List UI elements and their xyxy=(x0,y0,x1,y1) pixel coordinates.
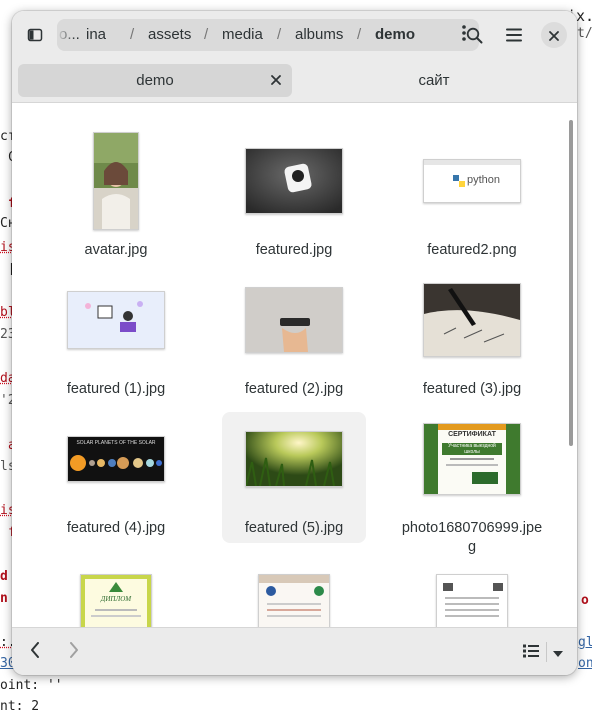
thumbnail-wrapper xyxy=(222,126,366,236)
file-item[interactable]: avatar.jpg xyxy=(44,114,188,264)
search-icon xyxy=(466,27,483,44)
file-item[interactable]: ДИПЛОМ xyxy=(44,562,188,627)
vertical-scrollbar[interactable] xyxy=(569,120,573,446)
thumbnail-wrapper: ДИПЛОМ xyxy=(44,574,188,627)
file-item[interactable]: python featured2.png xyxy=(400,114,544,264)
thumbnail-text: Участника выездной школы xyxy=(442,443,502,455)
thumbnail-image: SOLAR PLANETS OF THE SOLAR xyxy=(67,436,165,482)
tab-close-button[interactable] xyxy=(268,72,284,88)
thumbnail-wrapper: SOLAR PLANETS OF THE SOLAR xyxy=(44,404,188,514)
bg-line: t/p xyxy=(577,26,592,41)
bg-line-footer: oint: '' xyxy=(0,678,63,693)
bg-line: on xyxy=(578,656,592,671)
chevron-right-icon xyxy=(69,642,79,662)
thumbnail-image xyxy=(245,148,343,214)
thumbnail-image xyxy=(67,291,165,349)
thumbnail-text: ДИПЛОМ xyxy=(100,595,132,603)
back-button[interactable] xyxy=(18,635,52,669)
thumbnail-image xyxy=(93,132,139,230)
bg-line: o xyxy=(581,593,589,608)
chevron-down-icon xyxy=(552,643,564,662)
breadcrumb-separator: / xyxy=(204,26,209,43)
tab-demo[interactable]: demo xyxy=(18,64,292,97)
breadcrumb-segment[interactable]: media xyxy=(222,26,263,43)
breadcrumb-segment[interactable]: ina xyxy=(86,26,106,43)
thumbnail-image: СЕРТИФИКАТ Участника выездной школы xyxy=(423,423,521,495)
thumbnail-text: СЕРТИФИКАТ xyxy=(448,431,496,438)
main-menu-button[interactable] xyxy=(497,18,531,52)
breadcrumb-separator: / xyxy=(277,26,282,43)
sidebar-toggle-icon xyxy=(27,27,43,43)
thumbnail-wrapper xyxy=(222,574,366,627)
file-item[interactable]: SOLAR PLANETS OF THE SOLAR featured (4).… xyxy=(44,392,188,542)
thumbnail-image xyxy=(423,283,521,357)
view-options-button[interactable] xyxy=(542,635,574,669)
list-view-icon xyxy=(523,643,539,662)
thumbnail-image xyxy=(436,574,508,627)
thumbnail-wrapper: python xyxy=(400,126,544,236)
file-item[interactable] xyxy=(400,562,544,627)
file-name: featured (2).jpg xyxy=(244,381,344,397)
bg-line: d xyxy=(0,569,8,584)
file-name: featured (4).jpg xyxy=(66,520,166,536)
close-icon xyxy=(271,75,281,85)
breadcrumb-segment[interactable]: albums xyxy=(295,26,343,43)
thumbnail-wrapper xyxy=(400,574,544,627)
file-name: photo1680706999.jpeg xyxy=(401,520,543,555)
tab-label: сайт xyxy=(418,72,450,89)
thumbnail-wrapper xyxy=(222,404,366,514)
thumbnail-image: python xyxy=(423,159,521,203)
bottom-bar xyxy=(12,627,577,675)
file-item[interactable]: featured (5).jpg xyxy=(222,412,366,543)
file-item[interactable]: featured (2).jpg xyxy=(222,253,366,403)
bg-line: gl xyxy=(578,635,592,650)
window-close-button[interactable] xyxy=(541,22,567,48)
thumbnail-image: ДИПЛОМ xyxy=(80,574,152,627)
tab-site[interactable]: сайт xyxy=(297,64,571,97)
thumbnail-text: python xyxy=(467,174,501,186)
thumbnail-wrapper xyxy=(44,265,188,375)
thumbnail-wrapper: СЕРТИФИКАТ Участника выездной школы xyxy=(400,404,544,514)
thumbnail-image xyxy=(245,287,343,353)
path-bar: o... ina / assets / media / albums / dem… xyxy=(57,19,479,51)
tab-bar: demo сайт xyxy=(12,59,577,103)
close-icon xyxy=(549,26,559,45)
hamburger-menu-icon xyxy=(506,28,522,42)
file-item[interactable]: СЕРТИФИКАТ Участника выездной школы phot… xyxy=(400,392,544,562)
file-name: featured (5).jpg xyxy=(244,520,344,536)
file-grid: avatar.jpg featured.jpg python featured2… xyxy=(12,104,577,627)
file-item[interactable]: featured.jpg xyxy=(222,114,366,264)
breadcrumb-current[interactable]: demo xyxy=(375,26,415,43)
thumbnail-wrapper xyxy=(222,265,366,375)
search-button[interactable] xyxy=(457,18,491,52)
breadcrumb-separator: / xyxy=(357,26,362,43)
breadcrumb-segment[interactable]: assets xyxy=(148,26,191,43)
file-manager-window: o... ina / assets / media / albums / dem… xyxy=(12,11,577,675)
bg-line-footer: nt: 2 xyxy=(0,699,40,714)
header-bar: o... ina / assets / media / albums / dem… xyxy=(12,11,577,59)
pathbar-fade xyxy=(57,19,75,51)
thumbnail-text: SOLAR PLANETS OF THE SOLAR xyxy=(76,440,156,446)
sidebar-toggle-button[interactable] xyxy=(18,18,52,52)
breadcrumb-separator: / xyxy=(130,26,135,43)
file-item[interactable]: featured (1).jpg xyxy=(44,253,188,403)
tab-label: demo xyxy=(136,72,174,89)
chevron-left-icon xyxy=(30,642,40,662)
thumbnail-image xyxy=(258,574,330,627)
bg-line: n xyxy=(0,591,8,606)
file-item[interactable]: featured (3).jpg xyxy=(400,253,544,403)
thumbnail-image xyxy=(245,431,343,487)
thumbnail-wrapper xyxy=(400,265,544,375)
thumbnail-wrapper xyxy=(44,126,188,236)
file-item[interactable] xyxy=(222,562,366,627)
forward-button[interactable] xyxy=(57,635,91,669)
